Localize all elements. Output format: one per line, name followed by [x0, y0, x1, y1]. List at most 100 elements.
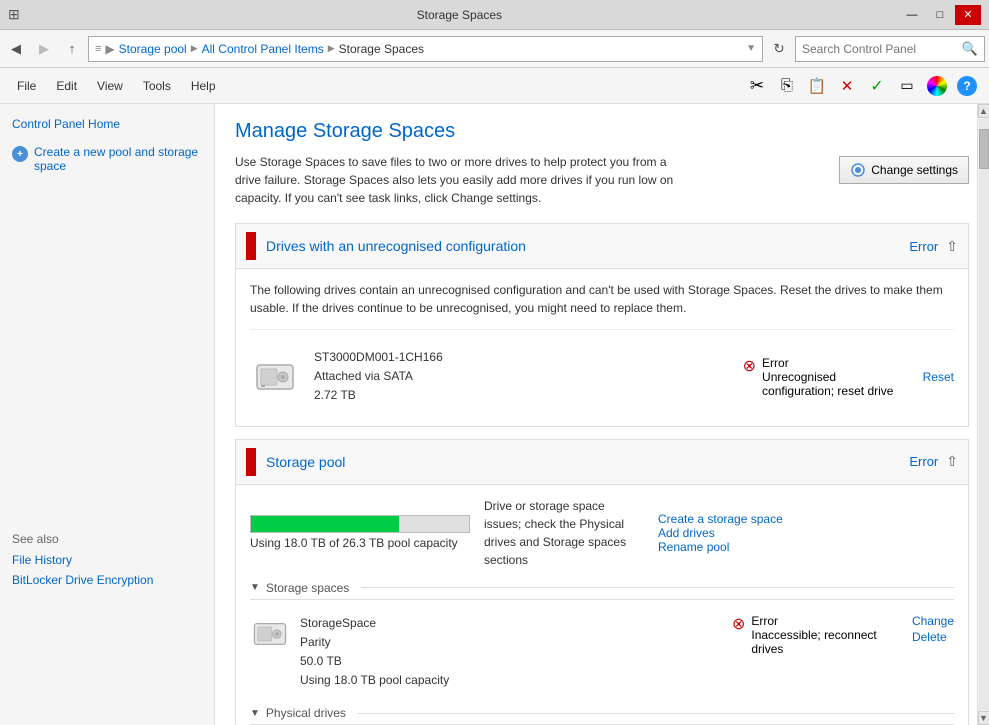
- copy-icon[interactable]: ⎘: [773, 72, 801, 100]
- up-button[interactable]: ↑: [60, 37, 84, 61]
- space-actions: Change Delete: [912, 614, 954, 644]
- progress-bar-container: Using 18.0 TB of 26.3 TB pool capacity: [250, 515, 470, 550]
- progress-section: Using 18.0 TB of 26.3 TB pool capacity D…: [250, 497, 954, 569]
- storage-spaces-header: ▼ Storage spaces: [250, 581, 954, 600]
- cut-icon[interactable]: ✂: [743, 72, 771, 100]
- drive-name: ST3000DM001-1CH166: [314, 348, 743, 367]
- drive-size: 2.72 TB: [314, 386, 743, 405]
- drive-status-text: Error: [762, 356, 893, 370]
- drive-status-detail: Unrecognisedconfiguration; reset drive: [762, 370, 893, 398]
- menu-edit[interactable]: Edit: [47, 74, 86, 98]
- space-status-text: Error: [751, 614, 912, 628]
- sidebar-file-history[interactable]: File History: [0, 550, 214, 570]
- properties-icon[interactable]: ▭: [893, 72, 921, 100]
- colorwheel-icon[interactable]: [923, 72, 951, 100]
- sidebar-bitlocker[interactable]: BitLocker Drive Encryption: [0, 570, 214, 590]
- create-storage-space-link[interactable]: Create a storage space: [658, 512, 783, 526]
- refresh-button[interactable]: ↻: [767, 37, 791, 61]
- pool-chevron[interactable]: ⇧: [946, 453, 958, 470]
- pool-actions: Create a storage space Add drives Rename…: [658, 512, 783, 554]
- physical-drives-header: ▼ Physical drives: [250, 706, 954, 725]
- space-size: 50.0 TB: [300, 652, 732, 671]
- change-settings-button[interactable]: Change settings: [839, 156, 969, 184]
- sidebar-create-link: Create a new pool and storage space: [34, 145, 202, 173]
- progress-label: Using 18.0 TB of 26.3 TB pool capacity: [250, 536, 470, 550]
- menu-tools[interactable]: Tools: [134, 74, 180, 98]
- unrecognised-section: Drives with an unrecognised configuratio…: [235, 223, 969, 427]
- space-status-detail: Inaccessible; reconnect drives: [751, 628, 912, 656]
- breadcrumb-storage-spaces: Storage Spaces: [339, 42, 424, 56]
- menu-bar: File Edit View Tools Help ✂ ⎘ 📋 ✕ ✓ ▭ ?: [0, 68, 989, 104]
- paste-icon[interactable]: 📋: [803, 72, 831, 100]
- page-description: Use Storage Spaces to save files to two …: [235, 153, 695, 207]
- change-link[interactable]: Change: [912, 614, 954, 628]
- unrecognised-chevron[interactable]: ⇧: [946, 238, 958, 255]
- sidebar-see-also-label: See also: [0, 516, 214, 550]
- pool-red-bar: [246, 448, 256, 476]
- space-info: StorageSpace Parity 50.0 TB Using 18.0 T…: [300, 614, 732, 691]
- menu-help[interactable]: Help: [182, 74, 225, 98]
- main-content: Manage Storage Spaces Use Storage Spaces…: [215, 104, 989, 725]
- space-error-icon: ⊗: [732, 614, 745, 634]
- storage-space-row: StorageSpace Parity 50.0 TB Using 18.0 T…: [250, 608, 954, 697]
- change-settings-label: Change settings: [871, 163, 958, 177]
- progress-bar: [250, 515, 470, 533]
- unrecognised-section-header: Drives with an unrecognised configuratio…: [236, 224, 968, 269]
- unrecognised-description: The following drives contain an unrecogn…: [250, 281, 954, 317]
- drive-info: ST3000DM001-1CH166 Attached via SATA 2.7…: [314, 348, 743, 406]
- address-bar: ◀ ▶ ↑ ≡ ▶ Storage pool ▶ All Control Pan…: [0, 30, 989, 68]
- sidebar-create-pool[interactable]: + Create a new pool and storage space: [0, 142, 214, 176]
- physical-drives-arrow[interactable]: ▼: [250, 708, 260, 719]
- menu-file[interactable]: File: [8, 74, 45, 98]
- menu-view[interactable]: View: [88, 74, 132, 98]
- breadcrumb-all-items[interactable]: All Control Panel Items: [202, 42, 324, 56]
- sidebar-control-panel-home[interactable]: Control Panel Home: [0, 114, 214, 134]
- progress-fill: [251, 516, 399, 532]
- drive-hdd-icon: [250, 352, 300, 402]
- reset-link[interactable]: Reset: [923, 370, 954, 384]
- forward-button[interactable]: ▶: [32, 37, 56, 61]
- breadcrumb-item-files: ≡: [95, 43, 101, 55]
- unrecognised-title: Drives with an unrecognised configuratio…: [266, 238, 909, 254]
- space-type: Parity: [300, 633, 732, 652]
- scroll-down[interactable]: ▼: [978, 711, 989, 725]
- scrollbar[interactable]: ▲ ▼: [977, 104, 989, 725]
- minimize-button[interactable]: —: [899, 5, 925, 25]
- drive-status: ⊗ Error Unrecognisedconfiguration; reset…: [743, 356, 923, 398]
- help-icon[interactable]: ?: [953, 72, 981, 100]
- page-title: Manage Storage Spaces: [235, 120, 969, 143]
- rename-pool-link[interactable]: Rename pool: [658, 540, 729, 554]
- delete-icon[interactable]: ✕: [833, 72, 861, 100]
- app-icon: ⊞: [8, 6, 20, 23]
- main-layout: Control Panel Home + Create a new pool a…: [0, 104, 989, 725]
- pool-issue-desc: Drive or storage space issues; check the…: [484, 497, 644, 569]
- drive-connection: Attached via SATA: [314, 367, 743, 386]
- physical-drives-label: Physical drives: [266, 706, 346, 720]
- pool-title: Storage pool: [266, 454, 909, 470]
- delete-link[interactable]: Delete: [912, 630, 954, 644]
- space-status: ⊗ Error Inaccessible; reconnect drives: [732, 614, 912, 656]
- space-name: StorageSpace: [300, 614, 732, 633]
- window-title: Storage Spaces: [20, 8, 899, 22]
- sidebar: Control Panel Home + Create a new pool a…: [0, 104, 215, 725]
- window-controls: — □ ✕: [899, 5, 981, 25]
- back-button[interactable]: ◀: [4, 37, 28, 61]
- breadcrumb-control-panel[interactable]: Storage pool: [119, 42, 187, 56]
- drive-actions: Reset: [923, 370, 954, 384]
- settings-icon: [850, 162, 866, 178]
- storage-spaces-subsection: ▼ Storage spaces: [250, 581, 954, 697]
- address-path: ≡ ▶ Storage pool ▶ All Control Panel Ite…: [88, 36, 763, 62]
- checkmark-icon[interactable]: ✓: [863, 72, 891, 100]
- storage-spaces-arrow[interactable]: ▼: [250, 582, 260, 593]
- search-input[interactable]: [802, 42, 958, 56]
- search-icon[interactable]: 🔍: [962, 41, 978, 57]
- pool-section-body: Using 18.0 TB of 26.3 TB pool capacity D…: [236, 485, 968, 725]
- scroll-up[interactable]: ▲: [978, 104, 989, 118]
- title-bar: ⊞ Storage Spaces — □ ✕: [0, 0, 989, 30]
- scroll-track: [979, 119, 989, 710]
- add-drives-link[interactable]: Add drives: [658, 526, 715, 540]
- close-button[interactable]: ✕: [955, 5, 981, 25]
- search-box: 🔍: [795, 36, 985, 62]
- scroll-thumb[interactable]: [979, 129, 989, 169]
- maximize-button[interactable]: □: [927, 5, 953, 25]
